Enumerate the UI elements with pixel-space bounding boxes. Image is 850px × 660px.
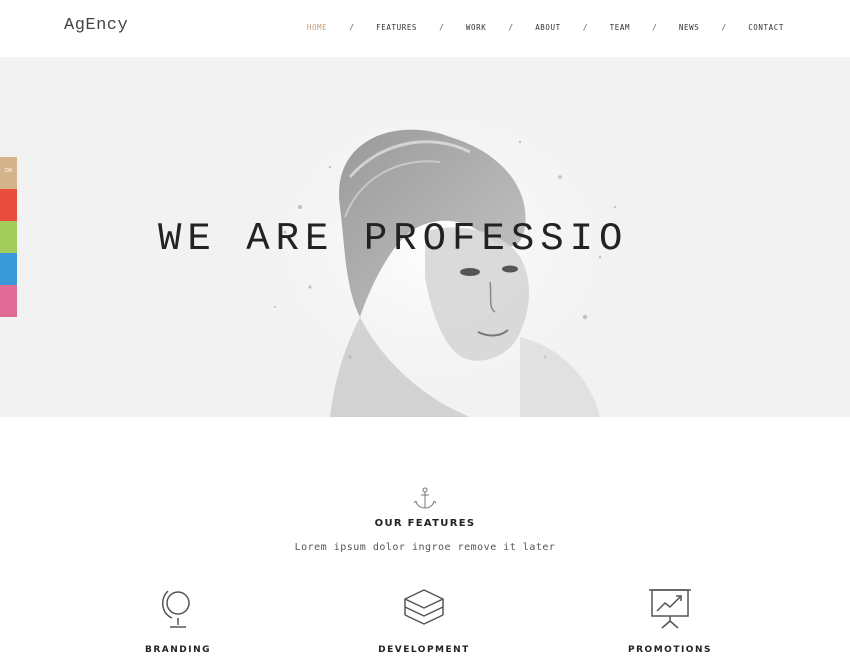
nav-separator: / [508,23,514,32]
nav-home[interactable]: HOME [307,23,327,32]
feature-branding: BRANDING [98,585,258,655]
main-nav: HOME / FEATURES / WORK / ABOUT / TEAM / … [307,23,784,32]
nav-separator: / [652,23,657,32]
feature-label: PROMOTIONS [628,645,712,655]
color-swatch-red[interactable] [0,189,17,221]
nav-about[interactable]: ABOUT [535,23,561,32]
features-subtitle: Lorem ipsum dolor ingroe remove it later [294,542,556,553]
nav-work[interactable]: WORK [466,23,486,32]
color-swatch-tan[interactable]: OK [0,157,17,189]
swatch-label: OK [4,168,13,174]
hero-section: WE ARE PROFESSIO [0,57,850,417]
feature-label: DEVELOPMENT [378,645,470,655]
feature-development: DEVELOPMENT [344,585,504,655]
features-title: OUR FEATURES [374,518,476,529]
nav-features[interactable]: FEATURES [376,23,417,32]
feature-label: BRANDING [144,645,212,655]
color-swatch-blue[interactable] [0,253,17,285]
logo[interactable]: AgEncy [64,16,128,35]
nav-separator: / [349,23,355,32]
globe-icon [162,590,190,628]
nav-separator: / [439,23,444,32]
nav-contact[interactable]: CONTACT [748,23,784,32]
nav-news[interactable]: NEWS [679,23,699,32]
color-switcher: OK [0,157,17,317]
presentation-chart-icon [649,589,691,629]
hero-title: WE ARE PROFESSIO [158,217,629,261]
feature-promotions: PROMOTIONS [590,585,750,655]
nav-separator: / [582,23,588,32]
anchor-icon [413,487,437,509]
color-swatch-pink[interactable] [0,285,17,317]
layers-icon [404,589,444,625]
site-header: AgEncy HOME / FEATURES / WORK / ABOUT / … [0,0,850,57]
nav-separator: / [721,23,727,32]
color-swatch-green[interactable] [0,221,17,253]
nav-team[interactable]: TEAM [610,23,630,32]
